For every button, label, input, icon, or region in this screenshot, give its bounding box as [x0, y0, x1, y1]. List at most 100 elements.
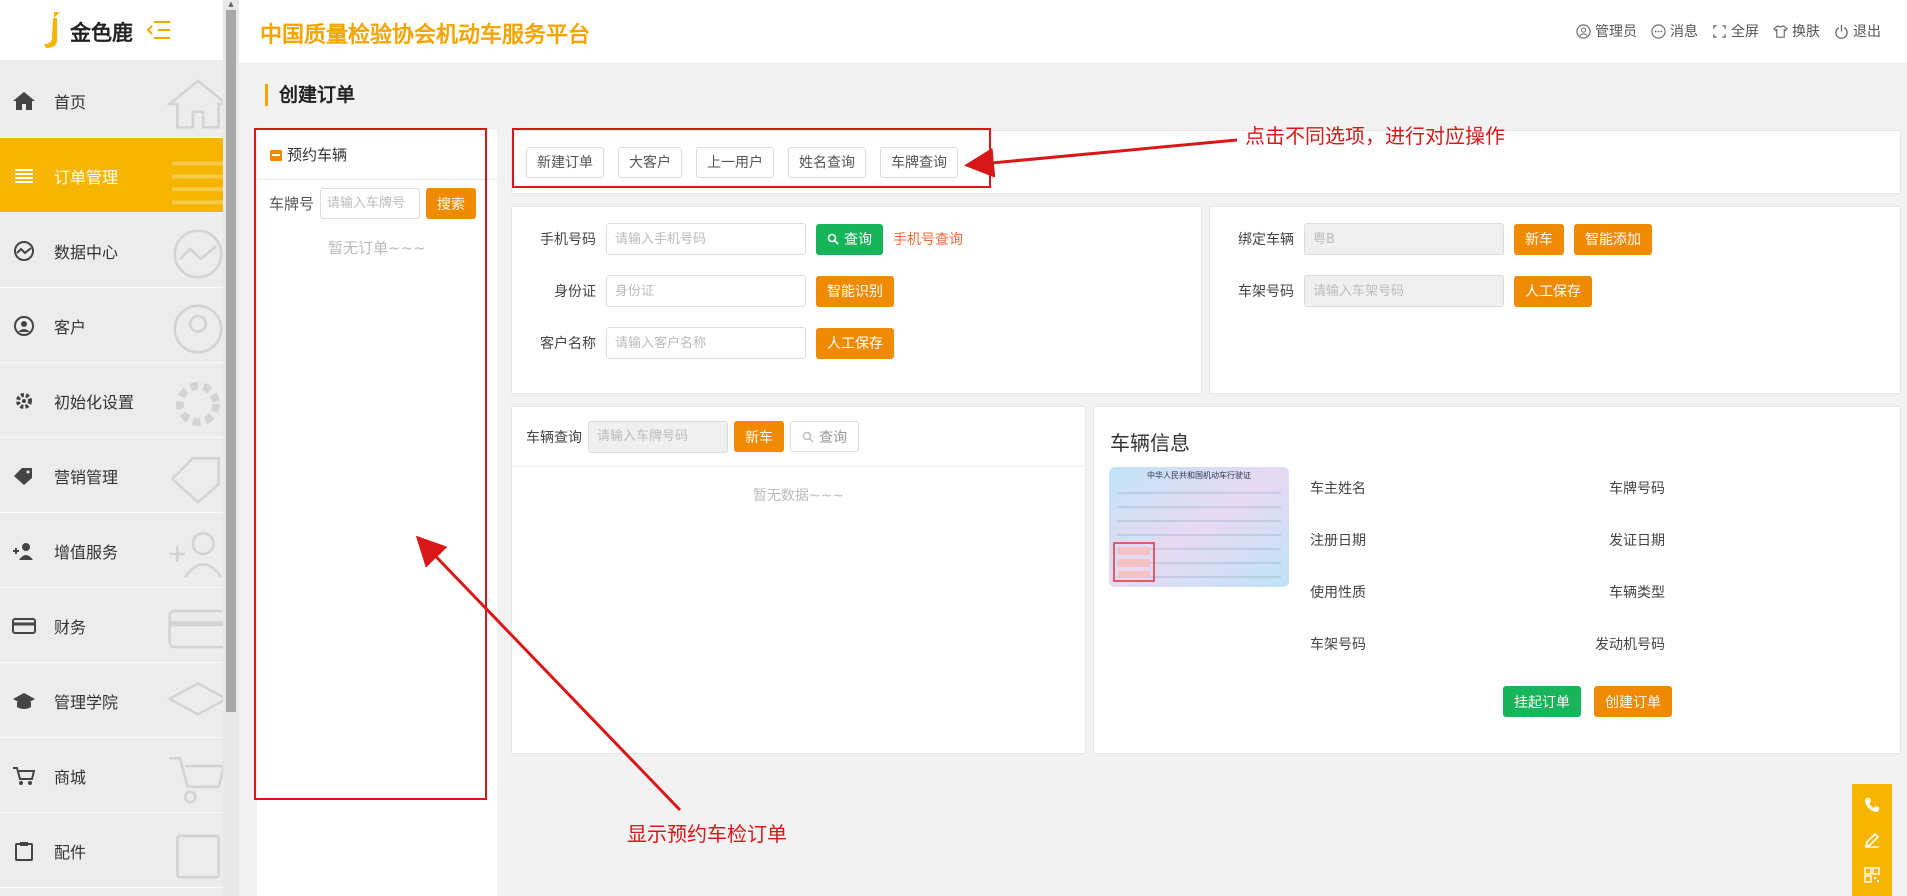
vehicle-query-header: 车辆查询 新车 查询	[512, 407, 1085, 467]
driving-license-image: 中华人民共和国机动车行驶证	[1109, 467, 1289, 587]
sidebar-item-orders[interactable]: 订单管理	[0, 138, 223, 213]
gear-watermark-icon	[176, 382, 220, 426]
sidebar-item-init-settings[interactable]: 初始化设置	[0, 363, 223, 438]
engine-number-label: 发动机号码	[1595, 637, 1665, 653]
annotation-box-appointment	[254, 128, 487, 800]
phone-input[interactable]	[606, 223, 806, 255]
sidebar-item-mall[interactable]: 商城	[0, 738, 223, 813]
annotation-text-appointment: 显示预约车检订单	[627, 822, 787, 846]
sidebar-item-home[interactable]: 首页	[0, 63, 223, 138]
gear-icon	[16, 393, 32, 409]
annotation-text-tabs: 点击不同选项，进行对应操作	[1245, 124, 1505, 148]
smart-add-button[interactable]: 智能添加	[1574, 223, 1652, 255]
graduation-watermark-icon	[167, 681, 223, 716]
top-header: 中国质量检验协会机动车服务平台 管理员 消息 全屏 换肤 退出	[239, 0, 1907, 62]
deer-logo-icon	[44, 12, 60, 48]
id-label: 身份证	[554, 284, 596, 300]
vehicle-query-new-car-button[interactable]: 新车	[734, 421, 784, 452]
fullscreen-button[interactable]: 全屏	[1712, 21, 1759, 41]
sidebar-item-parts[interactable]: 配件	[0, 813, 223, 888]
page-title: 创建订单	[265, 84, 355, 106]
power-icon	[1835, 24, 1848, 39]
phone-row: 手机号码 查询 手机号查询	[526, 223, 963, 255]
id-row: 身份证 智能识别	[526, 275, 894, 307]
qrcode-icon[interactable]	[1863, 866, 1881, 884]
sidebar-item-label: 商城	[54, 768, 87, 787]
sidebar-menu: 首页 订单管理 数据中心 客户 初始化设置 营销管理 增值服务 财务 管理学院 …	[0, 63, 223, 888]
license-header-text: 中华人民共和国机动车行驶证	[1147, 471, 1251, 480]
bind-vehicle-input[interactable]	[1304, 223, 1504, 255]
skin-button[interactable]: 换肤	[1773, 21, 1820, 41]
cart-icon	[13, 767, 36, 785]
user-watermark-icon	[173, 304, 223, 354]
sidebar-item-customer[interactable]: 客户	[0, 288, 223, 363]
list-icon	[15, 169, 33, 183]
menu-collapse-icon[interactable]	[146, 20, 172, 40]
user-add-icon	[13, 543, 33, 560]
scroll-up-icon[interactable]: ▲	[226, 0, 236, 8]
new-car-button[interactable]: 新车	[1514, 223, 1564, 255]
vehicle-query-button[interactable]: 查询	[790, 421, 859, 452]
floating-toolbar	[1852, 784, 1892, 896]
sidebar-item-finance[interactable]: 财务	[0, 588, 223, 663]
sidebar-item-data-center[interactable]: 数据中心	[0, 213, 223, 288]
sidebar-item-label: 数据中心	[54, 243, 119, 262]
vin-row: 车架号码 人工保存	[1224, 275, 1592, 307]
sidebar-item-label: 订单管理	[54, 168, 119, 187]
manual-save-button[interactable]: 人工保存	[816, 327, 894, 359]
customer-name-input[interactable]	[606, 327, 806, 359]
phone-query-link[interactable]: 手机号查询	[893, 229, 963, 249]
clipboard-icon	[15, 842, 33, 861]
vehicle-query-button-label: 查询	[819, 429, 847, 446]
id-input[interactable]	[606, 275, 806, 307]
header-actions: 管理员 消息 全屏 换肤 退出	[1576, 21, 1881, 41]
scroll-thumb[interactable]	[226, 10, 236, 712]
sidebar-item-label: 配件	[54, 843, 87, 862]
vehicle-info-title: 车辆信息	[1110, 431, 1190, 455]
sidebar-item-value-added[interactable]: 增值服务	[0, 513, 223, 588]
edit-icon[interactable]	[1863, 831, 1881, 849]
owner-name-label: 车主姓名	[1310, 481, 1366, 497]
vehicle-query-input[interactable]	[588, 420, 728, 453]
clipboard-watermark-icon	[176, 834, 220, 879]
annotation-box-tabs	[512, 128, 991, 188]
vehicle-query-label: 车辆查询	[526, 429, 582, 446]
admin-label: 管理员	[1595, 24, 1637, 40]
phone-icon[interactable]	[1863, 796, 1881, 814]
chart-watermark-icon	[173, 229, 223, 279]
home-watermark-icon	[167, 79, 223, 129]
list-watermark-icon	[172, 161, 223, 205]
query-button[interactable]: 查询	[816, 223, 883, 255]
create-order-button[interactable]: 创建订单	[1594, 686, 1672, 717]
logout-button[interactable]: 退出	[1834, 21, 1881, 41]
messages-button[interactable]: 消息	[1651, 21, 1698, 41]
sidebar-item-academy[interactable]: 管理学院	[0, 663, 223, 738]
search-icon	[827, 233, 839, 245]
customer-form: 手机号码 查询 手机号查询 身份证 智能识别 客户名称 人工保存	[511, 206, 1202, 394]
vehicle-info-panel: 车辆信息 中华人民共和国机动车行驶证 车主姓名 车牌号码 注册日期 发证日期 使…	[1093, 406, 1901, 754]
platform-title: 中国质量检验协会机动车服务平台	[260, 23, 591, 48]
bind-row: 绑定车辆 新车 智能添加	[1224, 223, 1652, 255]
usage-nature-label: 使用性质	[1310, 585, 1366, 601]
vin-manual-save-button[interactable]: 人工保存	[1514, 275, 1592, 307]
home-icon	[13, 92, 35, 110]
smart-identify-button[interactable]: 智能识别	[816, 275, 894, 307]
name-label: 客户名称	[540, 336, 596, 352]
admin-button[interactable]: 管理员	[1576, 21, 1637, 41]
sidebar-item-marketing[interactable]: 营销管理	[0, 438, 223, 513]
user-circle-icon	[1576, 23, 1591, 39]
sidebar-item-label: 财务	[54, 618, 87, 637]
user-add-watermark-icon	[169, 532, 223, 579]
card-watermark-icon	[168, 609, 223, 649]
phone-label: 手机号码	[540, 232, 596, 248]
bind-vehicle-label: 绑定车辆	[1238, 232, 1294, 248]
search-icon	[802, 431, 814, 442]
query-button-label: 查询	[844, 232, 872, 248]
vehicle-query-empty-text: 暂无数据~~~	[752, 488, 845, 504]
vin-input[interactable]	[1304, 275, 1504, 307]
sidebar-scrollbar[interactable]: ▲	[223, 0, 239, 896]
suspend-order-button[interactable]: 挂起订单	[1503, 686, 1581, 717]
vehicle-type-label: 车辆类型	[1609, 585, 1665, 601]
sidebar-item-label: 客户	[54, 318, 87, 337]
fullscreen-label: 全屏	[1731, 24, 1759, 40]
